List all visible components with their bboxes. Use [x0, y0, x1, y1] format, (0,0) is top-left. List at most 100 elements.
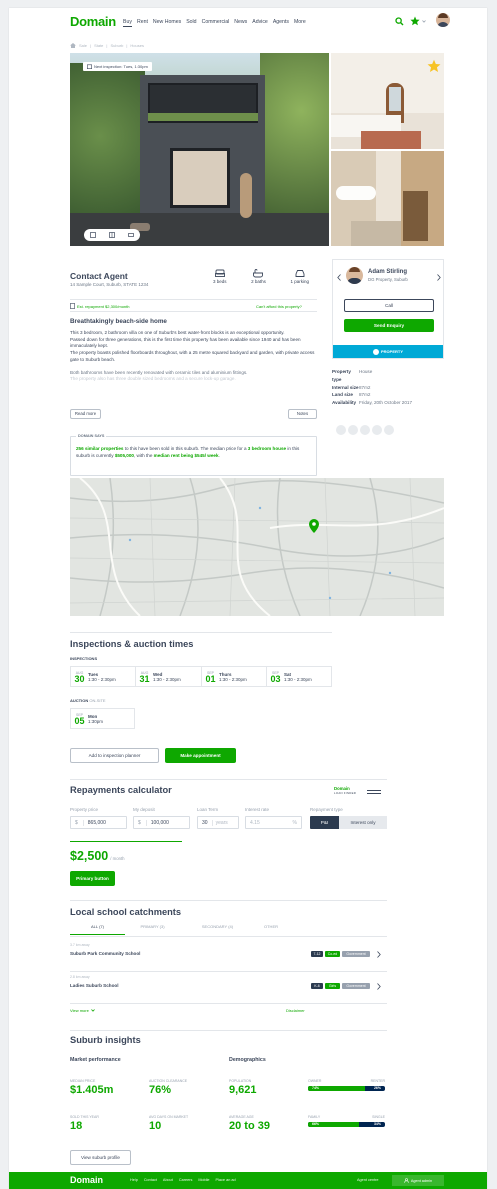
nav-sold[interactable]: Sold [186, 19, 196, 27]
breadcrumb-item[interactable]: Suburb [110, 43, 123, 48]
chevron-down-icon[interactable] [422, 20, 426, 23]
footer-link[interactable]: Place an ad [216, 1178, 236, 1182]
agent-admin-button[interactable]: Agent admin [392, 1175, 444, 1186]
agency-logo-icon [372, 348, 379, 355]
chevron-right-icon[interactable] [437, 274, 441, 281]
floorplan-icon[interactable] [109, 232, 115, 238]
disclaimer-link[interactable]: Disclaimer [286, 1008, 305, 1013]
owner-renter-track: 74% 26% [308, 1086, 385, 1091]
interest-rate-input[interactable]: 4.15 % [245, 816, 302, 829]
agent-name[interactable]: Adam Stirling [368, 269, 407, 275]
photos-icon[interactable] [90, 232, 97, 238]
twitter-icon[interactable] [372, 425, 382, 435]
breadcrumb-item[interactable]: Sale [79, 43, 87, 48]
domain-logo[interactable]: Domain [70, 14, 116, 29]
nav-news[interactable]: News [234, 19, 247, 27]
call-button[interactable]: Call [344, 299, 434, 312]
owner-renter-bar: OWNER RENTER 74% 26% [308, 1079, 385, 1091]
detail-value: 87m2 [359, 384, 371, 390]
footer-link[interactable]: Contact [144, 1178, 157, 1182]
search-icon[interactable] [395, 17, 404, 26]
loan-finder-logo[interactable]: Domain LOAN FINDER [334, 786, 357, 795]
detail-label: Property type [332, 369, 351, 382]
school-gender-tag: Girls [325, 983, 340, 989]
property-price-input[interactable]: $ 865,000 [70, 816, 127, 829]
calculator-icon [70, 303, 75, 309]
agent-centre-link[interactable]: Agent centre [357, 1178, 379, 1182]
view-suburb-profile-button[interactable]: View suburb profile [70, 1150, 131, 1165]
inspection-date-card[interactable]: AUG 31 Wed 1:30 - 2:30pm [136, 667, 202, 686]
shortlist-star-icon[interactable] [427, 59, 441, 73]
bathroom-photo[interactable] [331, 151, 444, 246]
googleplus-icon[interactable] [384, 425, 394, 435]
footer-link[interactable]: Mobile [198, 1178, 209, 1182]
loan-term-input[interactable]: 30 years [197, 816, 239, 829]
deposit-label: My deposit [133, 807, 155, 812]
notes-button[interactable]: Notes [288, 409, 317, 419]
nav-agents[interactable]: Agents [273, 19, 289, 27]
inspections-subtitle: INSPECTIONS [70, 656, 98, 661]
map-pin-icon[interactable] [309, 519, 319, 533]
mail-icon[interactable] [348, 425, 358, 435]
tab-other[interactable]: OTHER [255, 924, 287, 929]
nav-advice[interactable]: Advice [252, 19, 268, 27]
tab-secondary[interactable]: SECONDARY (4) [180, 924, 255, 929]
school-item[interactable]: 2.8 km away Ladies Suburb School K-6 Gir… [70, 975, 387, 997]
repayment-link[interactable]: Est. repayment $2,300/month [70, 303, 129, 309]
chevron-down-icon [91, 1009, 95, 1012]
agency-banner[interactable]: PROPERTY [333, 345, 443, 358]
nav-buy[interactable]: Buy [123, 19, 132, 27]
detail-label: Land size [332, 392, 353, 398]
chevron-left-icon[interactable] [337, 274, 341, 281]
facebook-icon[interactable] [360, 425, 370, 435]
primary-button[interactable]: Primary button [70, 871, 115, 886]
inspection-date-card[interactable]: AUG 30 Tues 1:30 - 2:30pm [71, 667, 136, 686]
user-avatar[interactable] [436, 13, 450, 27]
breadcrumb-item[interactable]: State [94, 43, 103, 48]
features: 3 beds 2 baths 1 parking [213, 269, 309, 291]
nav-more[interactable]: More [294, 19, 306, 27]
tab-all[interactable]: ALL (7) [70, 924, 125, 935]
footer-logo[interactable]: Domain [70, 1175, 103, 1185]
interest-only-option[interactable]: Interest only [339, 816, 387, 829]
star-icon[interactable] [410, 16, 420, 26]
chevron-right-icon[interactable] [377, 951, 381, 958]
home-icon[interactable] [70, 43, 76, 48]
inspection-date-card[interactable]: SEP 03 Sat 1:30 - 2:30pm [267, 667, 331, 686]
afford-link[interactable]: Can't afford this property? [256, 304, 302, 309]
listing-address: 14 Sample Court, Suburb, STATE 1234 [70, 282, 149, 287]
footer-link[interactable]: Careers [179, 1178, 193, 1182]
next-inspection-badge: Next inspection: Tues, 1:30pm [83, 62, 152, 71]
auction-date-card[interactable]: SEP 05 Mon 1:30pm [70, 708, 135, 729]
beds-label: 3 beds [213, 279, 227, 284]
bedroom-photo[interactable] [331, 53, 444, 149]
nav-commercial[interactable]: Commercial [202, 19, 230, 27]
nav-new-homes[interactable]: New Homes [153, 19, 181, 27]
add-to-planner-button[interactable]: Add to inspection planner [70, 748, 159, 763]
deposit-input[interactable]: $ 100,000 [133, 816, 190, 829]
detail-value: 87m2 [359, 392, 371, 398]
description-paragraph: This 3 bedroom, 2 bathroom villa on one … [70, 330, 285, 335]
chevron-right-icon[interactable] [377, 983, 381, 990]
pi-option[interactable]: P&I [310, 816, 339, 829]
nav-rent[interactable]: Rent [137, 19, 148, 27]
loan-finder-sub: LOAN FINDER [334, 791, 357, 795]
school-item[interactable]: 3.7 km away Suburb Park Community School… [70, 943, 387, 965]
footer-link[interactable]: About [163, 1178, 173, 1182]
page: Domain Buy Rent New Homes Sold Commercia… [9, 8, 487, 1189]
read-more-button[interactable]: Read more [70, 409, 101, 419]
detail-value: House [359, 369, 373, 374]
video-icon[interactable] [127, 232, 134, 238]
footer-link[interactable]: Help [130, 1178, 138, 1182]
make-appointment-button[interactable]: Make appointment [165, 748, 236, 763]
send-enquiry-button[interactable]: Send Enquiry [344, 319, 434, 332]
tab-primary[interactable]: PRIMARY (3) [125, 924, 180, 929]
view-more-link[interactable]: View more [70, 1008, 95, 1013]
detail-label: Internal size [332, 384, 359, 390]
main-photo[interactable]: Next inspection: Tues, 1:30pm [70, 53, 329, 246]
suburb-map[interactable] [70, 478, 444, 616]
print-icon[interactable] [336, 425, 346, 435]
inspection-date-card[interactable]: SEP 01 Thurs 1:30 - 2:30pm [202, 667, 267, 686]
breadcrumb-item: Houses [130, 43, 144, 48]
car-icon [295, 270, 305, 277]
